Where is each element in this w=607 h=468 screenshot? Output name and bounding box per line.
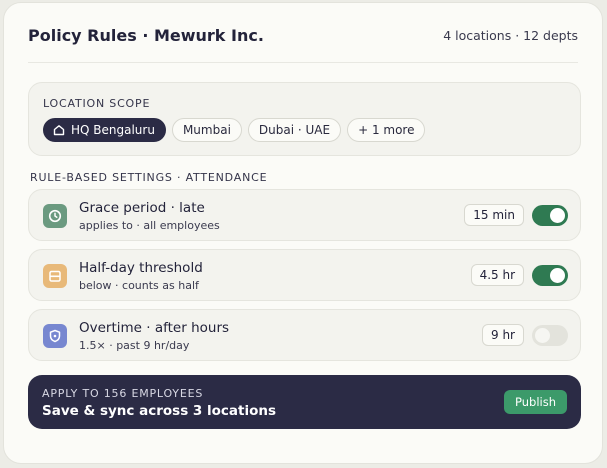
rule-toggle[interactable] <box>532 205 568 226</box>
rule-grace-period: Grace period · late applies to · all emp… <box>28 189 581 241</box>
rule-name: Overtime · after hours <box>79 320 230 336</box>
shield-icon <box>43 324 67 348</box>
rule-toggle[interactable] <box>532 265 568 286</box>
chip-more[interactable]: + 1 more <box>347 118 426 142</box>
calendar-icon <box>43 264 67 288</box>
clock-icon <box>43 204 67 228</box>
chip-hq-bengaluru[interactable]: HQ Bengaluru <box>43 118 166 142</box>
publish-bar: APPLY TO 156 EMPLOYEES Save & sync acros… <box>28 375 581 429</box>
toggle-knob <box>535 328 550 343</box>
rule-value-field[interactable]: 15 min <box>464 204 524 226</box>
publish-button[interactable]: Publish <box>504 390 567 414</box>
chip-dubai[interactable]: Dubai · UAE <box>247 118 342 142</box>
chip-label: HQ Bengaluru <box>71 123 155 137</box>
rule-overtime: Overtime · after hours 1.5× · past 9 hr/… <box>28 309 581 361</box>
rule-description: 1.5× · past 9 hr/day <box>79 339 190 352</box>
rule-value-field[interactable]: 9 hr <box>482 324 524 346</box>
chip-label: Dubai · UAE <box>258 123 331 137</box>
home-icon <box>53 125 65 136</box>
rule-half-day-threshold: Half-day threshold below · counts as hal… <box>28 249 581 301</box>
location-scope-panel: LOCATION SCOPE HQ Bengaluru Mumbai Dubai… <box>28 82 581 156</box>
chip-label: + 1 more <box>358 123 415 137</box>
toggle-knob <box>550 208 565 223</box>
sync-summary: Save & sync across 3 locations <box>42 403 277 419</box>
location-scope-label: LOCATION SCOPE <box>43 97 151 110</box>
toggle-knob <box>550 268 565 283</box>
page-title: Policy Rules · Mewurk Inc. <box>28 26 264 45</box>
rules-section-label: RULE-BASED SETTINGS · ATTENDANCE <box>30 171 268 184</box>
rule-name: Half-day threshold <box>79 260 203 276</box>
card-header: Policy Rules · Mewurk Inc. 4 locations ·… <box>28 25 578 63</box>
rule-name: Grace period · late <box>79 200 205 216</box>
rule-description: applies to · all employees <box>79 219 220 232</box>
rule-description: below · counts as half <box>79 279 199 292</box>
apply-count-label: APPLY TO 156 EMPLOYEES <box>42 387 204 400</box>
location-chips: HQ Bengaluru Mumbai Dubai · UAE + 1 more <box>43 118 426 142</box>
rule-toggle[interactable] <box>532 325 568 346</box>
rule-value-field[interactable]: 4.5 hr <box>470 264 524 286</box>
chip-label: Mumbai <box>182 123 231 137</box>
header-meta: 4 locations · 12 depts <box>443 28 578 43</box>
chip-mumbai[interactable]: Mumbai <box>171 118 242 142</box>
policy-rules-card: Policy Rules · Mewurk Inc. 4 locations ·… <box>3 2 603 464</box>
